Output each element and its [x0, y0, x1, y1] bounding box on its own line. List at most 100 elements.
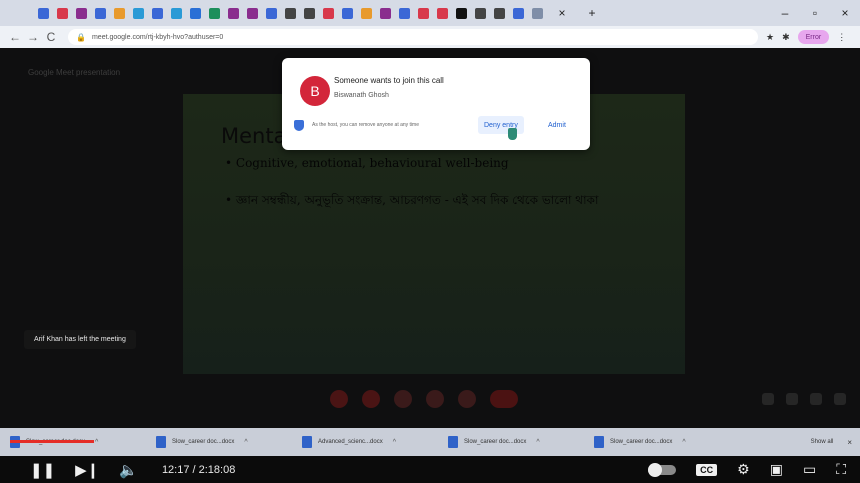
tab-favicon-icon[interactable] — [532, 7, 543, 19]
volume-icon[interactable]: 🔈 — [119, 461, 138, 479]
chevron-up-icon[interactable]: ^ — [393, 439, 396, 446]
chevron-up-icon[interactable]: ^ — [95, 439, 98, 446]
tab-favicon-list — [34, 7, 547, 19]
chevron-up-icon[interactable]: ^ — [682, 439, 685, 446]
video-progress-played[interactable] — [10, 440, 94, 443]
tab-favicon-icon[interactable] — [342, 7, 353, 19]
info-icon[interactable] — [762, 393, 774, 405]
avatar: B — [300, 76, 330, 106]
chat-icon[interactable] — [810, 393, 822, 405]
shield-icon — [294, 120, 304, 131]
tab-favicon-icon[interactable] — [285, 7, 296, 19]
camera-button[interactable] — [362, 390, 380, 408]
requester-name: Biswanath Ghosh — [334, 92, 389, 99]
tab-favicon-icon[interactable] — [513, 7, 524, 19]
tab-favicon-icon[interactable] — [494, 7, 505, 19]
meet-side-controls — [762, 393, 846, 405]
tab-favicon-icon[interactable] — [380, 7, 391, 19]
tab-favicon-icon[interactable] — [209, 7, 220, 19]
tab-favicon-icon[interactable] — [133, 7, 144, 19]
tab-favicon-icon[interactable] — [152, 7, 163, 19]
tab-favicon-icon[interactable] — [266, 7, 277, 19]
browser-menu-icon[interactable]: ⋮ — [837, 32, 846, 43]
tab-favicon-icon[interactable] — [38, 7, 49, 19]
tab-favicon-icon[interactable] — [247, 7, 258, 19]
tab-favicon-icon[interactable] — [171, 7, 182, 19]
address-bar-row: ← → C 🔒 meet.google.com/rtj-kbyh-hvo?aut… — [0, 26, 860, 48]
activities-icon[interactable] — [834, 393, 846, 405]
reload-icon[interactable]: C — [42, 30, 60, 44]
puzzle-icon[interactable]: ✱ — [782, 32, 790, 43]
download-name: Advanced_scienc...docx — [318, 439, 383, 445]
url-field[interactable]: 🔒 meet.google.com/rtj-kbyh-hvo?authuser=… — [68, 29, 758, 45]
tab-favicon-icon[interactable] — [190, 7, 201, 19]
download-name: Slow_career doc...docx — [464, 439, 527, 445]
screen: × + – ▫ × ← → C 🔒 meet.google.com/rtj-kb… — [0, 0, 860, 483]
active-tab-close-button[interactable]: × — [547, 6, 577, 20]
forward-arrow-icon[interactable]: → — [24, 30, 42, 44]
tab-favicon-icon[interactable] — [76, 7, 87, 19]
chevron-up-icon[interactable]: ^ — [536, 439, 539, 446]
download-item[interactable]: Advanced_scienc...docx ^ — [302, 436, 448, 448]
tab-favicon-icon[interactable] — [456, 7, 467, 19]
download-name: Slow_career doc...docx — [172, 439, 235, 445]
captions-icon[interactable]: CC — [696, 463, 718, 476]
video-player-controls: ❚❚ ▶❙ 🔈 12:17 / 2:18:08 CC ⚙ ▣ ▭ ⛶ — [0, 456, 860, 483]
dialog-title: Someone wants to join this call — [334, 76, 444, 85]
slide-bullet-2: • জ্ঞান সম্বন্ধীয়, অনুভূতি সংক্রান্ত, আ… — [225, 193, 599, 207]
close-downloads-icon[interactable]: × — [847, 438, 852, 447]
tab-favicon-icon[interactable] — [418, 7, 429, 19]
mic-button[interactable] — [330, 390, 348, 408]
theater-mode-icon[interactable]: ▭ — [803, 461, 816, 478]
tab-favicon-icon[interactable] — [437, 7, 448, 19]
minimize-button[interactable]: – — [770, 6, 800, 20]
more-options-button[interactable] — [458, 390, 476, 408]
meeting-title: Google Meet presentation — [28, 68, 121, 77]
download-item[interactable]: Slow_career doc...docx ^ — [156, 436, 302, 448]
people-icon[interactable] — [786, 393, 798, 405]
new-tab-button[interactable]: + — [577, 6, 607, 20]
tab-favicon-icon[interactable] — [323, 7, 334, 19]
fullscreen-icon[interactable]: ⛶ — [836, 461, 846, 478]
back-arrow-icon[interactable]: ← — [6, 30, 24, 44]
slide-title: Menta — [221, 124, 287, 148]
tab-favicon-icon[interactable] — [304, 7, 315, 19]
download-item[interactable]: Slow_career doc...docx ^ — [448, 436, 594, 448]
miniplayer-icon[interactable]: ▣ — [770, 461, 783, 478]
hand-cursor-icon — [508, 128, 517, 140]
downloads-bar: Slow_career doc.docx ^ Slow_career doc..… — [0, 428, 860, 456]
doc-file-icon — [448, 436, 458, 448]
present-button[interactable] — [426, 390, 444, 408]
player-right-controls: CC ⚙ ▣ ▭ ⛶ — [648, 461, 846, 478]
admit-button[interactable]: Admit — [544, 116, 570, 134]
end-call-button[interactable] — [490, 390, 518, 408]
tab-favicon-icon[interactable] — [475, 7, 486, 19]
tab-favicon-icon[interactable] — [361, 7, 372, 19]
browser-tab-strip: × + – ▫ × — [0, 0, 860, 26]
pause-icon[interactable]: ❚❚ — [30, 461, 55, 479]
tab-favicon-icon[interactable] — [228, 7, 239, 19]
chevron-up-icon[interactable]: ^ — [244, 439, 247, 446]
download-item[interactable]: Slow_career doc...docx ^ — [594, 436, 740, 448]
tab-favicon-icon[interactable] — [95, 7, 106, 19]
tab-favicon-icon[interactable] — [114, 7, 125, 19]
extensions-icon[interactable]: ★ — [766, 32, 774, 43]
host-note: As the host, you can remove anyone at an… — [312, 122, 420, 128]
time-display: 12:17 / 2:18:08 — [161, 463, 236, 476]
next-icon[interactable]: ▶❙ — [75, 461, 99, 479]
maximize-button[interactable]: ▫ — [800, 6, 830, 20]
url-text: meet.google.com/rtj-kbyh-hvo?authuser=0 — [91, 33, 224, 41]
tab-favicon-icon[interactable] — [57, 7, 68, 19]
doc-file-icon — [302, 436, 312, 448]
meet-controls — [330, 390, 518, 408]
doc-file-icon — [594, 436, 604, 448]
download-name: Slow_career doc...docx — [610, 439, 673, 445]
tab-favicon-icon[interactable] — [399, 7, 410, 19]
slide-bullet-1: • Cognitive, emotional, behavioural well… — [225, 156, 509, 170]
show-all-downloads-link[interactable]: Show all — [811, 439, 834, 445]
profile-button[interactable]: Error — [797, 30, 830, 44]
window-close-button[interactable]: × — [830, 6, 860, 20]
captions-button[interactable] — [394, 390, 412, 408]
settings-gear-icon[interactable]: ⚙ — [737, 461, 750, 478]
autoplay-toggle[interactable] — [648, 462, 677, 477]
